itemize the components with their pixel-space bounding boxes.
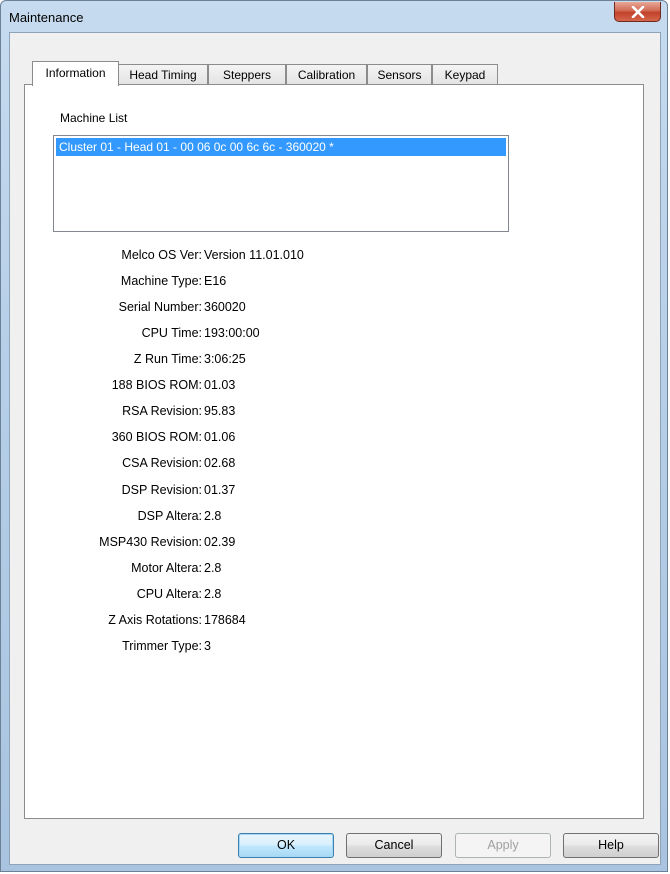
title-bar: Maintenance (1, 1, 667, 31)
list-item[interactable]: Cluster 01 - Head 01 - 00 06 0c 00 6c 6c… (56, 138, 506, 156)
info-value: 178684 (204, 613, 246, 627)
tab-calibration[interactable]: Calibration (286, 64, 367, 85)
tab-steppers[interactable]: Steppers (208, 64, 286, 85)
cancel-button[interactable]: Cancel (346, 833, 442, 858)
window-title: Maintenance (9, 10, 84, 25)
info-row-z-run-time: Z Run Time: 3:06:25 (0, 352, 246, 372)
info-row-msp430-revision: MSP430 Revision: 02.39 (0, 535, 235, 555)
info-row-motor-altera: Motor Altera: 2.8 (0, 561, 221, 581)
info-value: E16 (204, 274, 227, 288)
info-value: 95.83 (204, 404, 236, 418)
info-label: Trimmer Type: (122, 639, 202, 653)
info-row-csa-revision: CSA Revision: 02.68 (0, 456, 235, 476)
machine-list-label: Machine List (60, 111, 128, 125)
info-value: 3 (204, 639, 211, 653)
info-value: 2.8 (204, 509, 222, 523)
close-button[interactable] (614, 2, 661, 22)
tab-keypad[interactable]: Keypad (432, 64, 498, 85)
info-label: MSP430 Revision: (99, 535, 202, 549)
info-label: CSA Revision: (122, 456, 202, 470)
info-value: 02.39 (204, 535, 236, 549)
info-row-serial-number: Serial Number: 360020 (0, 300, 246, 320)
info-label: RSA Revision: (122, 404, 202, 418)
info-row-188-bios-rom: 188 BIOS ROM: 01.03 (0, 378, 236, 398)
machine-list[interactable]: Cluster 01 - Head 01 - 00 06 0c 00 6c 6c… (53, 135, 509, 232)
info-value: 2.8 (204, 561, 222, 575)
info-value: 01.37 (204, 483, 236, 497)
info-value: 01.03 (204, 378, 236, 392)
help-button[interactable]: Help (563, 833, 659, 858)
info-value: 2.8 (204, 587, 222, 601)
ok-button[interactable]: OK (238, 833, 334, 858)
apply-button[interactable]: Apply (455, 833, 551, 858)
info-label: 188 BIOS ROM: (111, 378, 202, 392)
info-label: Z Run Time: (133, 352, 202, 366)
info-label: Motor Altera: (131, 561, 202, 575)
tab-head-timing[interactable]: Head Timing (118, 64, 208, 85)
info-row-melco-os: Melco OS Ver: Version 11.01.010 (0, 248, 303, 268)
info-label: Z Axis Rotations: (108, 613, 202, 627)
info-label: DSP Altera: (137, 509, 202, 523)
info-row-trimmer-type: Trimmer Type: 3 (0, 639, 211, 659)
info-value: 193:00:00 (204, 326, 260, 340)
info-row-dsp-altera: DSP Altera: 2.8 (0, 509, 222, 529)
info-label: CPU Time: (141, 326, 202, 340)
info-label: Serial Number: (118, 300, 202, 314)
info-value: 3:06:25 (204, 352, 246, 366)
close-icon (631, 6, 645, 18)
info-label: Melco OS Ver: (121, 248, 202, 262)
info-label: 360 BIOS ROM: (111, 430, 202, 444)
info-row-machine-type: Machine Type: E16 (0, 274, 226, 294)
info-label: Machine Type: (120, 274, 202, 288)
info-value: 360020 (204, 300, 246, 314)
info-value: Version 11.01.010 (204, 248, 304, 262)
info-label: CPU Altera: (136, 587, 202, 601)
tab-information[interactable]: Information (32, 61, 119, 86)
info-row-cpu-altera: CPU Altera: 2.8 (0, 587, 222, 607)
info-row-z-axis-rotations: Z Axis Rotations: 178684 (0, 613, 246, 633)
info-row-rsa-revision: RSA Revision: 95.83 (0, 404, 235, 424)
info-row-dsp-revision: DSP Revision: 01.37 (0, 483, 236, 503)
tab-sensors[interactable]: Sensors (367, 64, 432, 85)
info-label: DSP Revision: (121, 483, 202, 497)
info-row-360-bios-rom: 360 BIOS ROM: 01.06 (0, 430, 236, 450)
info-value: 02.68 (204, 456, 236, 470)
info-value: 01.06 (204, 430, 236, 444)
info-row-cpu-time: CPU Time: 193:00:00 (0, 326, 260, 346)
